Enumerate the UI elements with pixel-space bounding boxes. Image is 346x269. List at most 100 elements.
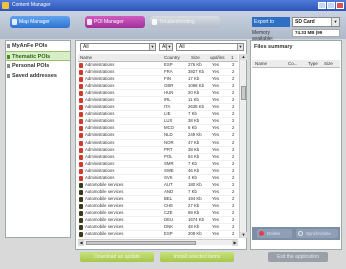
- table-row[interactable]: Administrations MCO 6 Kb Yes 2: [78, 125, 238, 133]
- exit-application-button[interactable]: Exit the application: [268, 252, 328, 262]
- column-header-update[interactable]: upd/ins: [210, 54, 225, 62]
- delete-button[interactable]: Delete: [257, 229, 292, 238]
- table-row[interactable]: Administrations NOR 47 Kb Yes 2: [78, 140, 238, 147]
- table-row[interactable]: Administrations POL 54 Kb Yes 2: [78, 154, 238, 161]
- column-header-country[interactable]: Country: [164, 54, 180, 62]
- sidebar-item-personal-pois[interactable]: Personal POIs: [6, 61, 70, 71]
- table-row[interactable]: Administrations GBR 1098 Kb Yes 2: [78, 83, 238, 91]
- close-icon[interactable]: [336, 2, 344, 9]
- row-status: Yes: [212, 83, 220, 89]
- table-row[interactable]: Administrations FIN 17 Kb Yes 2: [78, 76, 238, 84]
- vertical-scrollbar[interactable]: ▲ ▼: [239, 54, 247, 238]
- row-name: Automobile services: [85, 181, 124, 187]
- row-size: 38 Kb: [188, 146, 200, 152]
- table-row[interactable]: Administrations IRL 11 Kb Yes 2: [78, 97, 238, 105]
- row-status: Yes: [212, 139, 220, 145]
- row-name: Administrations: [85, 69, 115, 75]
- row-name: Administrations: [85, 160, 115, 166]
- table-row[interactable]: Administrations FRA 3927 Kb Yes 2: [78, 69, 238, 77]
- row-country: HUN: [164, 90, 174, 96]
- table-row[interactable]: Automobile services DEU 1674 Kb Yes 2: [78, 217, 238, 225]
- table-row[interactable]: Automobile services CHE 27 Kb Yes 2: [78, 203, 238, 210]
- row-name: Administrations: [85, 153, 115, 159]
- automobile-icon: [79, 225, 83, 231]
- row-size: 7 Kb: [188, 188, 197, 194]
- category-filter[interactable]: All ▼: [80, 43, 156, 51]
- row-status: Yes: [212, 104, 220, 110]
- row-status: Yes: [212, 146, 220, 152]
- table-row[interactable]: Automobile services ESP 208 Kb Yes 2: [78, 231, 238, 238]
- sidebar-item-thematic-pois[interactable]: Thematic POIs: [6, 51, 70, 61]
- row-status: Yes: [212, 209, 220, 215]
- administration-icon: [79, 84, 83, 90]
- sync-icon: [298, 231, 303, 236]
- column-header-type[interactable]: Type: [308, 60, 318, 68]
- column-header-size[interactable]: Size: [324, 60, 333, 68]
- download-update-button[interactable]: Download an update: [80, 252, 154, 262]
- row-extra: 2: [232, 69, 235, 75]
- scroll-up-icon[interactable]: ▲: [240, 54, 247, 60]
- table-header: Name Country Size upd/ins 1: [78, 54, 238, 62]
- row-extra: 2: [232, 76, 235, 82]
- table-row[interactable]: Administrations SVK 4 Kb Yes 2: [78, 175, 238, 182]
- row-name: Administrations: [85, 146, 115, 152]
- row-country: PRT: [164, 146, 173, 152]
- column-header-extra[interactable]: 1: [231, 54, 234, 62]
- administration-icon: [79, 168, 83, 174]
- table-row[interactable]: Administrations LIE 7 Kb Yes 2: [78, 111, 238, 119]
- table-row[interactable]: Automobile services BEL 194 Kb Yes 2: [78, 196, 238, 203]
- scroll-thumb[interactable]: [86, 241, 196, 245]
- row-size: 6 Kb: [188, 125, 197, 131]
- sidebar-item-myanfe-pois[interactable]: MyAnFe POIs: [6, 41, 70, 51]
- table-row[interactable]: Automobile services CZE 69 Kb Yes 2: [78, 209, 238, 218]
- install-selected-button[interactable]: Install selected items: [160, 252, 234, 262]
- device-select[interactable]: SD Card ▼: [292, 17, 340, 27]
- table-row[interactable]: Administrations ESP 276 Kb Yes 2: [78, 62, 238, 70]
- sidebar-item-label: Thematic POIs: [12, 54, 51, 60]
- table-row[interactable]: Administrations LUX 38 Kb Yes 2: [78, 118, 238, 126]
- row-name: Administrations: [85, 90, 115, 96]
- automobile-icon: [79, 189, 83, 195]
- column-header-name[interactable]: Name: [80, 54, 92, 62]
- maximize-icon[interactable]: [327, 2, 335, 9]
- table-row[interactable]: Automobile services AUT 180 Kb Yes 2: [78, 182, 238, 189]
- sidebar-item-saved-addresses[interactable]: Saved addresses: [6, 71, 70, 81]
- table-row[interactable]: Automobile services DNK 48 Kb Yes 2: [78, 224, 238, 232]
- row-country: MCO: [164, 125, 175, 131]
- table-row[interactable]: Administrations ITA 2638 Kb Yes 2: [78, 104, 238, 112]
- row-status: Yes: [212, 174, 220, 180]
- table-row[interactable]: Administrations SWE 46 Kb Yes 2: [78, 168, 238, 175]
- row-country: ITA: [164, 104, 171, 110]
- table-row[interactable]: Administrations NLD 249 Kb Yes 2: [78, 132, 238, 140]
- administration-icon: [79, 98, 83, 104]
- row-status: Yes: [212, 160, 220, 166]
- table-row[interactable]: Administrations PRT 38 Kb Yes 2: [78, 147, 238, 154]
- row-extra: 2: [232, 167, 235, 173]
- country-filter[interactable]: All ▼: [159, 43, 173, 51]
- scroll-down-icon[interactable]: ▼: [240, 232, 247, 238]
- column-header-country[interactable]: Co...: [288, 60, 298, 68]
- row-status: Yes: [212, 224, 220, 230]
- type-filter[interactable]: All ▼: [176, 43, 244, 51]
- horizontal-scrollbar[interactable]: ◀ ▶: [78, 239, 238, 246]
- files-summary-panel: Files summary Name Co... Type Size Delet…: [250, 40, 342, 250]
- table-row[interactable]: Administrations SMR 7 Kb Yes 2: [78, 161, 238, 168]
- chevron-down-icon: ▼: [149, 44, 155, 50]
- column-header-size[interactable]: Size: [191, 54, 200, 62]
- scroll-right-icon[interactable]: ▶: [232, 240, 238, 246]
- column-header-name[interactable]: Name: [255, 60, 267, 68]
- tab-poi-manager[interactable]: POI Manager: [85, 16, 145, 28]
- synchronize-button[interactable]: Synchronize: [296, 229, 338, 238]
- table-row[interactable]: Automobile services AND 7 Kb Yes 2: [78, 189, 238, 196]
- table-row[interactable]: Administrations HUN 20 Kb Yes 2: [78, 90, 238, 98]
- tab-troubleshooting[interactable]: Troubleshooting: [150, 16, 220, 28]
- row-status: Yes: [212, 125, 220, 131]
- row-size: 1674 Kb: [188, 217, 205, 223]
- row-status: Yes: [212, 195, 220, 201]
- row-extra: 2: [232, 104, 235, 110]
- scroll-thumb[interactable]: [241, 86, 246, 100]
- row-extra: 2: [232, 195, 235, 201]
- minimize-icon[interactable]: [318, 2, 326, 9]
- scroll-left-icon[interactable]: ◀: [78, 240, 84, 246]
- tab-map-manager[interactable]: Map Manager: [10, 16, 70, 28]
